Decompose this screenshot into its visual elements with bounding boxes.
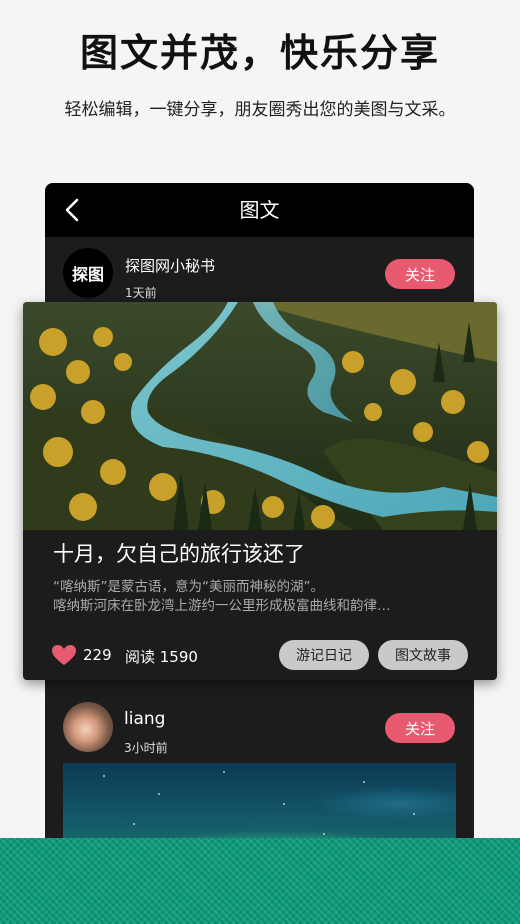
bottom-band (0, 838, 520, 924)
promo-title: 图文并茂，快乐分享 (79, 31, 440, 75)
follow-button[interactable]: 关注 (385, 713, 455, 743)
read-count: 阅读 1590 (125, 648, 198, 666)
author-name[interactable]: liang (124, 709, 165, 729)
author-name[interactable]: 探图网小秘书 (125, 255, 215, 276)
feature-title[interactable]: 十月，欠自己的旅行该还了 (53, 538, 305, 568)
description-line: 喀纳斯河床在卧龙湾上游约一公里形成极富曲线和韵律… (53, 598, 391, 614)
heart-icon[interactable] (51, 644, 77, 666)
avatar-text: 探图 (71, 265, 104, 284)
promo-subtitle: 轻松编辑，一键分享，朋友圈秀出您的美图与文采。 (64, 100, 456, 120)
avatar[interactable]: 探图 (63, 248, 113, 298)
page-title: 图文 (239, 198, 280, 222)
river-photo[interactable] (23, 302, 497, 530)
avatar[interactable] (63, 702, 113, 752)
navbar: 图文 (45, 183, 474, 237)
description-line: “喀纳斯”是蒙古语，意为“美丽而神秘的湖”。 (53, 579, 324, 595)
follow-button[interactable]: 关注 (385, 259, 455, 289)
like-count: 229 (83, 646, 112, 664)
post-time: 1天前 (125, 286, 157, 300)
tag-photo-story[interactable]: 图文故事 (378, 640, 468, 670)
feature-card[interactable]: 十月，欠自己的旅行该还了 “喀纳斯”是蒙古语，意为“美丽而神秘的湖”。 喀纳斯河… (23, 302, 497, 680)
post-time: 3小时前 (124, 741, 168, 755)
tag-travel-diary[interactable]: 游记日记 (279, 640, 369, 670)
feature-description: “喀纳斯”是蒙古语，意为“美丽而神秘的湖”。 喀纳斯河床在卧龙湾上游约一公里形成… (53, 578, 473, 616)
